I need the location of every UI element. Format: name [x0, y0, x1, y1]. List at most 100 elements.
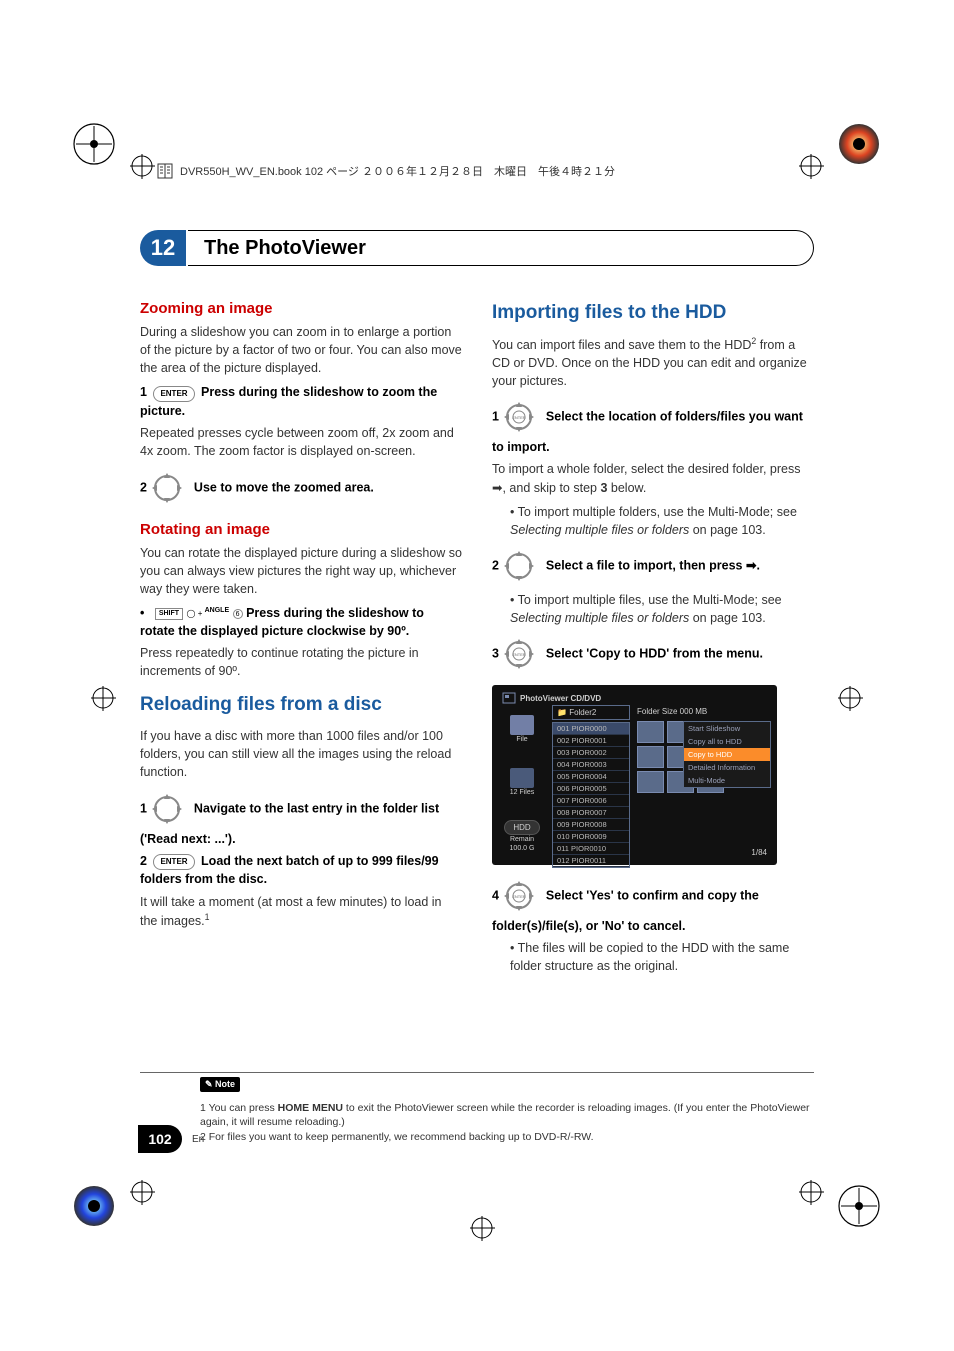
dpad-enter-icon: ENTER: [502, 400, 536, 434]
step-number: 2: [140, 480, 147, 494]
pv-list-item: 007 PIOR0006: [553, 795, 629, 807]
step-number: 3: [492, 647, 499, 661]
chapter-title: The PhotoViewer: [204, 237, 366, 260]
import-step-3: 3 ENTER Select 'Copy to HDD' from the me…: [492, 633, 814, 675]
page-number-badge: 102: [138, 1125, 182, 1153]
step-instruction: Select the location of folders/files you…: [492, 410, 803, 455]
body-text: You can import files and save them to th…: [492, 335, 814, 391]
print-corner-br: [837, 1184, 882, 1229]
footnote-separator: Note 1 You can press HOME MENU to exit t…: [140, 1072, 814, 1145]
dpad-icon: [150, 471, 184, 505]
dpad-icon: [502, 549, 536, 583]
pv-menu-item: Copy all to HDD: [684, 735, 770, 748]
footnote-ref: 1: [205, 912, 210, 922]
book-icon: [156, 162, 174, 180]
print-corner-tl: [72, 122, 117, 167]
photoviewer-panel: PhotoViewer CD/DVD File 12 Files HDD Rem…: [492, 685, 777, 865]
shift-button-icon: SHIFT: [155, 608, 183, 620]
right-arrow-icon: ➡: [492, 481, 502, 495]
pv-list-item: 001 PIOR0000: [553, 723, 629, 735]
pv-list-item: 011 PIOR0010: [553, 843, 629, 855]
registration-mark: [799, 1180, 824, 1205]
pv-folder-row: 📁 Folder2: [552, 705, 630, 720]
registration-mark: [838, 686, 863, 711]
section-heading-zoom: Zooming an image: [140, 300, 462, 317]
chapter-bar: 12 The PhotoViewer: [140, 230, 814, 266]
files-icon: [510, 768, 534, 788]
enter-button-icon: ENTER: [153, 854, 194, 870]
print-corner-tr: [837, 122, 882, 167]
footnote-2: 2 For files you want to keep permanently…: [200, 1130, 814, 1145]
note-badge: Note: [200, 1077, 240, 1092]
reload-step-1: 1 Navigate to the last entry in the fold…: [140, 788, 462, 848]
step-2: 2 Use to move the zoomed area.: [140, 467, 462, 509]
pv-list-item: 008 PIOR0007: [553, 807, 629, 819]
section-heading-reload: Reloading files from a disc: [140, 694, 462, 717]
bullet-item: • The files will be copied to the HDD wi…: [510, 939, 814, 975]
pv-context-menu: Start SlideshowCopy all to HDDCopy to HD…: [683, 721, 771, 788]
step-number: 1: [140, 801, 147, 815]
dpad-enter-icon: ENTER: [502, 879, 536, 913]
dpad-icon: [150, 792, 184, 826]
pv-menu-item: Detailed Information: [684, 761, 770, 774]
file-icon: [510, 715, 534, 735]
step-number: 2: [492, 558, 499, 572]
pv-list-item: 006 PIOR0005: [553, 783, 629, 795]
pv-menu-item: Multi-Mode: [684, 774, 770, 787]
step-instruction: Press during the slideshow to rotate the…: [140, 606, 424, 638]
angle-button-icon: 6: [233, 609, 243, 619]
body-text: Press repeatedly to continue rotating th…: [140, 644, 462, 680]
right-arrow-icon: ➡: [746, 558, 756, 572]
step-number: 1: [492, 410, 499, 424]
body-text: If you have a disc with more than 1000 f…: [140, 727, 462, 781]
body-text: Repeated presses cycle between zoom off,…: [140, 424, 462, 460]
body-text: You can rotate the displayed picture dur…: [140, 544, 462, 598]
registration-mark: [91, 686, 116, 711]
pv-title: PhotoViewer CD/DVD: [496, 689, 773, 707]
pv-sidebar: File 12 Files HDD Remain100.0 G: [498, 711, 546, 857]
rotate-bullet: • SHIFT ◯ + ANGLE 6 Press during the sli…: [140, 604, 462, 640]
dpad-enter-icon: ENTER: [502, 637, 536, 671]
chapter-title-wrap: The PhotoViewer: [188, 230, 814, 266]
pv-menu-item: Start Slideshow: [684, 722, 770, 735]
section-heading-rotate: Rotating an image: [140, 521, 462, 538]
body-text: To import a whole folder, select the des…: [492, 460, 814, 496]
body-text: It will take a moment (at most a few min…: [140, 893, 462, 930]
step-instruction: Select a file to import, then press ➡.: [546, 558, 760, 572]
bullet-item: • To import multiple files, use the Mult…: [510, 591, 814, 627]
hdd-badge: HDD: [504, 820, 539, 835]
thumbnail: [637, 771, 664, 793]
svg-text:ENTER: ENTER: [513, 894, 527, 899]
doc-header-bar: DVR550H_WV_EN.book 102 ページ ２００６年１２月２８日 木…: [150, 160, 804, 182]
print-corner-bl: [72, 1184, 117, 1229]
svg-text:ENTER: ENTER: [513, 652, 527, 657]
reload-step-2: 2 ENTER Load the next batch of up to 999…: [140, 852, 462, 889]
pv-list-item: 012 PIOR0011: [553, 855, 629, 867]
body-text: During a slideshow you can zoom in to en…: [140, 323, 462, 377]
pv-list-item: 003 PIOR0002: [553, 747, 629, 759]
pv-list-item: 004 PIOR0003: [553, 759, 629, 771]
import-step-1: 1 ENTER Select the location of folders/f…: [492, 396, 814, 456]
bullet-item: • To import multiple folders, use the Mu…: [510, 503, 814, 539]
registration-mark: [470, 1216, 495, 1241]
step-instruction: Navigate to the last entry in the folder…: [140, 801, 439, 846]
pv-list-item: 005 PIOR0004: [553, 771, 629, 783]
thumbnail: [637, 746, 664, 768]
page-lang: En: [192, 1134, 204, 1145]
chapter-number-badge: 12: [140, 230, 186, 266]
pv-list-item: 002 PIOR0001: [553, 735, 629, 747]
step-instruction: Use to move the zoomed area.: [194, 480, 374, 494]
step-number: 1: [140, 385, 147, 399]
angle-label: ANGLE: [205, 607, 230, 614]
step-number: 2: [140, 854, 147, 868]
pv-file-list: 📁 Folder2 001 PIOR0000002 PIOR0001003 PI…: [552, 705, 630, 868]
enter-button-icon: ENTER: [153, 386, 194, 402]
pv-list-item: 009 PIOR0008: [553, 819, 629, 831]
step-1: 1 ENTER Press during the slideshow to zo…: [140, 383, 462, 420]
footnote-1: 1 You can press HOME MENU to exit the Ph…: [200, 1101, 814, 1130]
pv-paginator: 1/84: [751, 848, 767, 857]
step-number: 4: [492, 889, 499, 903]
doc-header-text: DVR550H_WV_EN.book 102 ページ ２００６年１２月２８日 木…: [180, 163, 615, 179]
import-step-4: 4 ENTER Select 'Yes' to confirm and copy…: [492, 875, 814, 935]
pv-menu-item: Copy to HDD: [684, 748, 770, 761]
